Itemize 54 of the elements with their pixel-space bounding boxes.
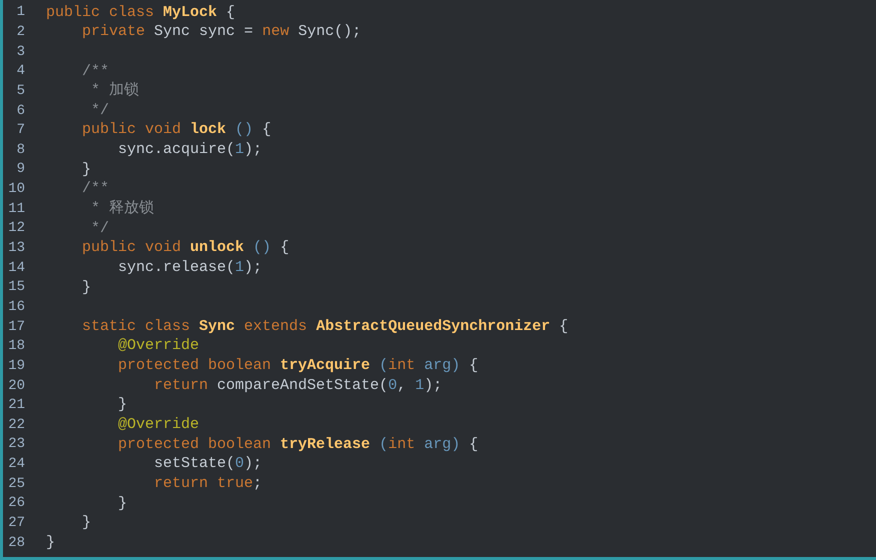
code-line: /** bbox=[81, 62, 110, 82]
line-number: 18 bbox=[7, 337, 25, 356]
line-number: 27 bbox=[7, 514, 25, 533]
line-number: 5 bbox=[16, 82, 25, 101]
code-line: @Override bbox=[117, 336, 200, 356]
line-number: 10 bbox=[7, 180, 25, 200]
code-line: public void unlock () { bbox=[81, 238, 290, 258]
line-number: 19 bbox=[7, 356, 25, 376]
line-number: 11 bbox=[7, 200, 25, 219]
line-number: 4 bbox=[16, 62, 25, 82]
code-line: } bbox=[117, 395, 128, 416]
line-number: 24 bbox=[7, 455, 25, 474]
code-line: */ bbox=[90, 218, 110, 239]
line-number: 13 bbox=[7, 239, 25, 258]
code-line: static class Sync extends AbstractQueuedSynchronizer { bbox=[81, 316, 568, 337]
code-line: return true; bbox=[153, 474, 262, 494]
code-line: public void lock () { bbox=[81, 120, 272, 140]
line-number: 20 bbox=[7, 376, 25, 396]
line-number: 1 bbox=[16, 3, 25, 22]
code-line: */ bbox=[90, 100, 110, 121]
code-line: protected boolean tryAcquire (int arg) { bbox=[117, 356, 478, 376]
code-line: } bbox=[81, 278, 92, 298]
code-line: /** bbox=[81, 179, 110, 200]
line-number: 17 bbox=[7, 318, 25, 337]
line-number: 7 bbox=[16, 121, 25, 140]
line-number: 12 bbox=[7, 219, 25, 238]
code-line: private Sync sync = new Sync(); bbox=[81, 22, 362, 42]
line-number: 28 bbox=[7, 534, 25, 553]
code-line: public class MyLock { bbox=[46, 2, 236, 23]
code-line: setState(0); bbox=[153, 454, 262, 474]
code-line: protected boolean tryRelease (int arg) { bbox=[117, 434, 478, 455]
code-line: @Override bbox=[117, 415, 200, 436]
code-line: return compareAndSetState(0, 1); bbox=[153, 376, 442, 396]
code-line: sync.acquire(1); bbox=[117, 140, 262, 160]
code-line: } bbox=[81, 160, 92, 180]
line-number: 22 bbox=[7, 416, 25, 435]
code-line: * 释放锁 bbox=[90, 198, 154, 219]
code-line: } bbox=[46, 532, 56, 553]
line-number: 2 bbox=[16, 22, 25, 42]
line-number: 16 bbox=[7, 298, 25, 317]
line-number: 14 bbox=[7, 258, 25, 278]
code-line: sync.release(1); bbox=[117, 258, 262, 278]
line-number: 15 bbox=[7, 278, 25, 298]
line-number: 3 bbox=[16, 42, 25, 62]
code-line: } bbox=[81, 513, 92, 534]
line-number: 26 bbox=[7, 494, 25, 514]
line-number: 25 bbox=[7, 474, 25, 494]
line-number: 21 bbox=[7, 396, 25, 416]
line-number: 9 bbox=[16, 160, 25, 180]
line-number: 23 bbox=[7, 435, 25, 454]
line-number: 6 bbox=[16, 102, 25, 121]
code-line: } bbox=[117, 494, 128, 514]
line-number: 8 bbox=[16, 140, 25, 160]
code-line: * 加锁 bbox=[90, 80, 140, 102]
